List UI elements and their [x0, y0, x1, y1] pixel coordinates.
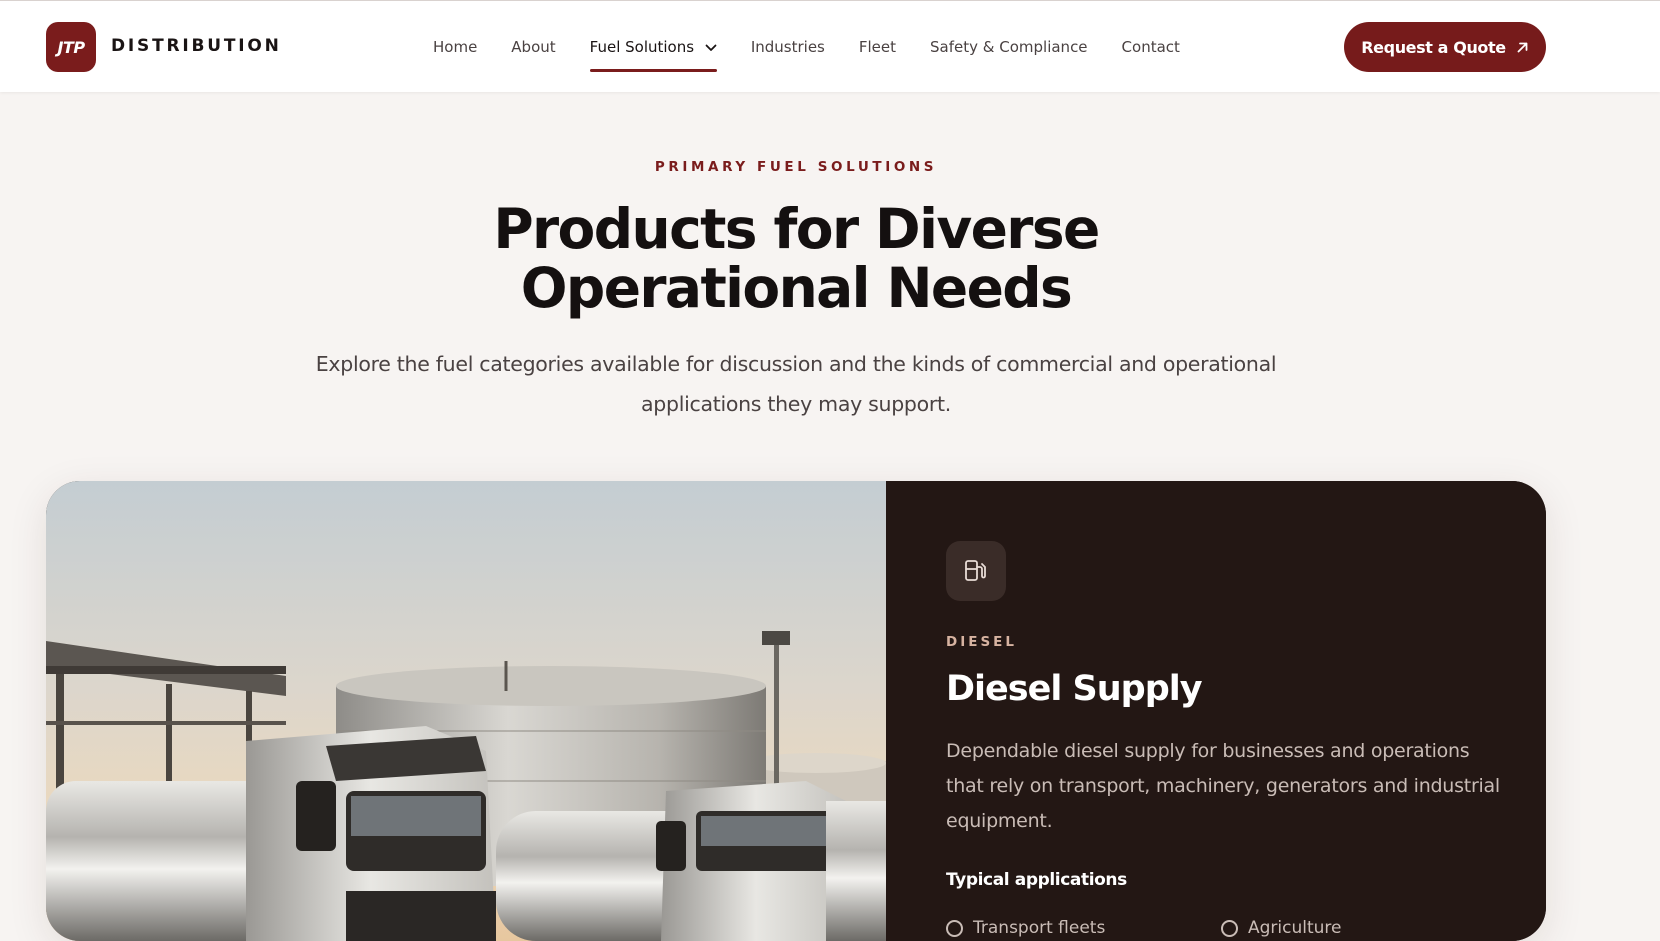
page-subtitle: Explore the fuel categories available fo…: [315, 352, 1277, 416]
nav-item-label: Contact: [1121, 38, 1180, 56]
arrow-up-right-icon: [1517, 42, 1528, 52]
nav-item-label: Home: [433, 38, 478, 56]
nav-item-contact[interactable]: Contact: [1122, 38, 1180, 62]
nav-item-label: Industries: [750, 38, 825, 56]
page-title-line-1: Products for Diverse: [493, 197, 1100, 261]
nav-item-industries[interactable]: Industries: [751, 38, 825, 62]
application-label: Transport fleets: [973, 918, 1106, 938]
main-nav: Home About Fuel Solutions Industries Fle…: [433, 38, 1180, 72]
application-label: Agriculture: [1248, 918, 1342, 938]
circle-bullet-icon: [1221, 919, 1238, 937]
nav-item-about[interactable]: About: [511, 38, 555, 62]
product-category: DIESEL: [946, 634, 1017, 650]
nav-item-safety-compliance[interactable]: Safety & Compliance: [930, 38, 1088, 62]
applications-heading: Typical applications: [946, 870, 1127, 890]
section-eyebrow: PRIMARY FUEL SOLUTIONS: [654, 159, 938, 175]
site-header: JTP DISTRIBUTION Home About Fuel Solutio…: [0, 0, 1660, 92]
fuel-icon-tile: [946, 541, 1006, 601]
nav-item-label: Safety & Compliance: [930, 38, 1088, 56]
nav-item-home[interactable]: Home: [433, 38, 477, 62]
chevron-down-icon: [705, 44, 717, 51]
page-title: Products for Diverse Operational Needs: [0, 200, 1592, 318]
list-item: Agriculture: [1221, 911, 1496, 941]
tanker-trucks-illustration: [46, 481, 886, 941]
product-description: Dependable diesel supply for businesses …: [946, 740, 1500, 832]
nav-item-fleet[interactable]: Fleet: [859, 38, 896, 62]
nav-item-label: Fleet: [858, 38, 897, 56]
request-quote-button[interactable]: Request a Quote: [1344, 22, 1546, 72]
fuel-tanker-trucks-photo: [46, 481, 886, 941]
applications-list: Transport fleets Agriculture: [946, 911, 1506, 941]
active-nav-underline: [589, 69, 717, 72]
fuel-pump-icon: [965, 560, 986, 581]
page-title-line-2: Operational Needs: [520, 256, 1073, 320]
nav-item-fuel-solutions[interactable]: Fuel Solutions: [589, 38, 717, 72]
brand-name[interactable]: DISTRIBUTION: [111, 36, 282, 56]
list-item: Transport fleets: [946, 911, 1221, 941]
nav-item-label: Fuel Solutions: [589, 38, 695, 56]
brand-logo-mark[interactable]: JTP: [46, 22, 96, 72]
circle-bullet-icon: [946, 919, 963, 937]
nav-item-label: About: [511, 38, 556, 56]
product-card-diesel: DIESEL Diesel Supply Dependable diesel s…: [46, 481, 1546, 941]
request-quote-label: Request a Quote: [1361, 37, 1506, 57]
product-title: Diesel Supply: [946, 669, 1203, 709]
product-details-panel: DIESEL Diesel Supply Dependable diesel s…: [886, 481, 1546, 941]
